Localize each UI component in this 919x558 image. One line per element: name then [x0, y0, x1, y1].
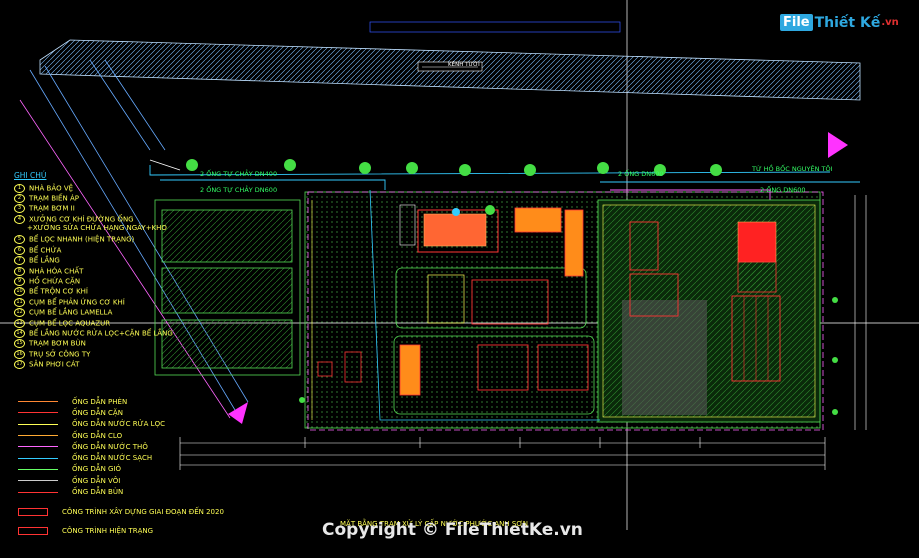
legend-item: 6 BỂ CHỨA — [14, 245, 214, 256]
pipe-legend-item: ỐNG DẪN GIÓ — [18, 464, 218, 475]
source-label: TỪ HỒ BỐC NGUYÊN TÔI — [752, 165, 833, 173]
legend-item: 17 SÂN PHƠI CÁT — [14, 360, 214, 370]
construction-legend: CÔNG TRÌNH XÂY DỰNG GIAI ĐOẠN ĐẾN 2020 C… — [18, 502, 224, 540]
pipe-line — [18, 412, 58, 414]
pipe-legend-item: ỐNG DẪN NƯỚC RỬA LỌC — [18, 419, 218, 430]
dimension-lines — [179, 437, 826, 470]
legend-item: 14 BỂ LẮNG NƯỚC RỬA LỌC+CẶN BỂ LẮNG — [14, 328, 214, 339]
legend-item: 5 BỂ LỌC NHANH (HIỆN TRẠNG) — [14, 235, 214, 245]
legend-title: GHI CHÚ — [14, 171, 47, 180]
pipe-line — [18, 468, 58, 470]
legend-item: 2 TRẠM BIẾN ÁP — [14, 193, 214, 204]
legend-item: 9 HỒ CHỨA CẶN — [14, 277, 214, 287]
logo-mark: File — [780, 14, 813, 31]
legend-item: 13 CỤM BỂ LỌC AQUAZUR — [14, 318, 214, 329]
pipe-legend-item: ỐNG DẪN PHÈN — [18, 396, 218, 407]
legend-item: 3 TRẠM BƠM II — [14, 204, 214, 214]
construction-legend-item: CÔNG TRÌNH HIỆN TRẠNG — [18, 521, 224, 540]
red-box-symbol — [18, 526, 48, 535]
outlet-arrow — [228, 402, 248, 424]
pipe-line — [18, 423, 58, 425]
copyright-watermark: Copyright © FileThietKe.vn — [322, 520, 583, 540]
sheet-heading-frame — [369, 21, 621, 33]
legend-item: 1 NHÀ BẢO VỆ — [14, 183, 214, 194]
legend-item: 10 BỂ TRỘN CƠ KHÍ — [14, 287, 214, 297]
pipe-line — [18, 435, 58, 437]
canal — [39, 39, 861, 101]
pipe-legend-item: ỐNG DẪN CẶN — [18, 407, 218, 418]
pipe-line — [18, 457, 58, 459]
pipe-legend-item: ỐNG DẪN BÙN — [18, 486, 218, 497]
legend-item: 15 TRẠM BƠM BÙN — [14, 339, 214, 349]
logo-name: Thiết Kế — [814, 14, 881, 31]
pipe-label-4: 2 ỐNG DN600 — [760, 186, 806, 194]
legend-panel: GHI CHÚ 1 NHÀ BẢO VỆ 2 TRẠM BIẾN ÁP 3 TRẠM … — [14, 172, 214, 371]
legend-item: 8 NHÀ HÓA CHẤT — [14, 266, 214, 277]
logo-tld: .vn — [881, 17, 899, 28]
pipe-legend-item: ỐNG DẪN NƯỚC SẠCH — [18, 452, 218, 463]
pipe-line — [18, 480, 58, 482]
chemical-house — [514, 207, 562, 233]
pipe-line — [18, 491, 58, 493]
red-box-symbol — [18, 507, 48, 516]
pipe-line — [18, 446, 58, 448]
pipe-legend: ỐNG DẪN PHÈN ỐNG DẪN CẶN ỐNG DẪN NƯỚC RỬ… — [18, 396, 218, 498]
pipe-line — [18, 401, 58, 403]
mixing-tank — [737, 221, 777, 263]
pipe-label-3: 2 ỐNG DN600 — [618, 170, 664, 178]
legend-item: 7 BỂ LẮNG — [14, 256, 214, 266]
right-dimension — [854, 195, 867, 430]
legend-item: +XƯỞNG SỬA CHỮA HẠNG NGÀY+KHO — [27, 224, 167, 233]
pipe-legend-item: ỐNG DẪN CLO — [18, 430, 218, 441]
legend-item: 12 CỤM BỂ LẮNG LAMELLA — [14, 308, 214, 318]
legend-item: 11 CỤM BỂ PHẢN ỨNG CƠ KHÍ — [14, 297, 214, 308]
pipe-legend-item: ỐNG DẪN VÔI — [18, 475, 218, 486]
canal-label: KÊNH TƯỚI — [448, 62, 480, 68]
pipe-legend-item: ỐNG DẪN NƯỚC THÔ — [18, 441, 218, 452]
site-logo[interactable]: File Thiết Kế .vn — [780, 14, 899, 31]
inlet-arrow — [828, 132, 848, 158]
legend-item: 16 TRỤ SỞ CÔNG TY — [14, 349, 214, 360]
construction-legend-item: CÔNG TRÌNH XÂY DỰNG GIAI ĐOẠN ĐẾN 2020 — [18, 502, 224, 521]
